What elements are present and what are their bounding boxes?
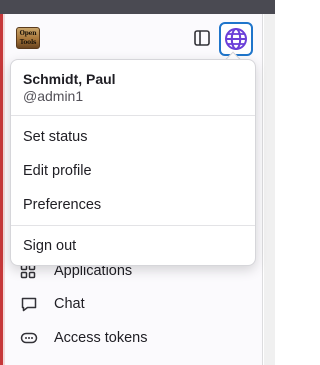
scrollbar[interactable]	[264, 14, 275, 365]
app-logo[interactable]: Open Tools	[16, 27, 40, 49]
edit-profile-item[interactable]: Edit profile	[11, 155, 255, 187]
user-full-name: Schmidt, Paul	[23, 71, 116, 87]
sidebar-item-label: Chat	[54, 296, 85, 312]
chat-icon	[20, 295, 44, 313]
browser-top-strip	[0, 0, 275, 14]
menu-divider	[11, 115, 255, 116]
logo-text-line1: Open	[19, 30, 37, 37]
sidebar-panel-icon	[194, 30, 210, 46]
set-status-item[interactable]: Set status	[11, 121, 255, 153]
sidebar-item-access-tokens[interactable]: Access tokens	[10, 326, 148, 350]
access-tokens-icon	[20, 329, 44, 347]
globe-avatar-icon	[225, 28, 247, 50]
user-handle: @admin1	[23, 88, 84, 104]
user-avatar-button[interactable]	[219, 22, 253, 56]
user-menu-dropdown: Schmidt, Paul @admin1 Set status Edit pr…	[10, 59, 256, 266]
sidebar-item-chat[interactable]: Chat	[10, 292, 85, 316]
logo-text-line2: Tools	[19, 39, 37, 46]
sidebar-item-label: Access tokens	[54, 330, 148, 346]
toggle-sidebar-button[interactable]	[192, 28, 212, 48]
menu-divider	[11, 225, 255, 226]
sign-out-item[interactable]: Sign out	[11, 230, 255, 262]
preferences-item[interactable]: Preferences	[11, 189, 255, 221]
